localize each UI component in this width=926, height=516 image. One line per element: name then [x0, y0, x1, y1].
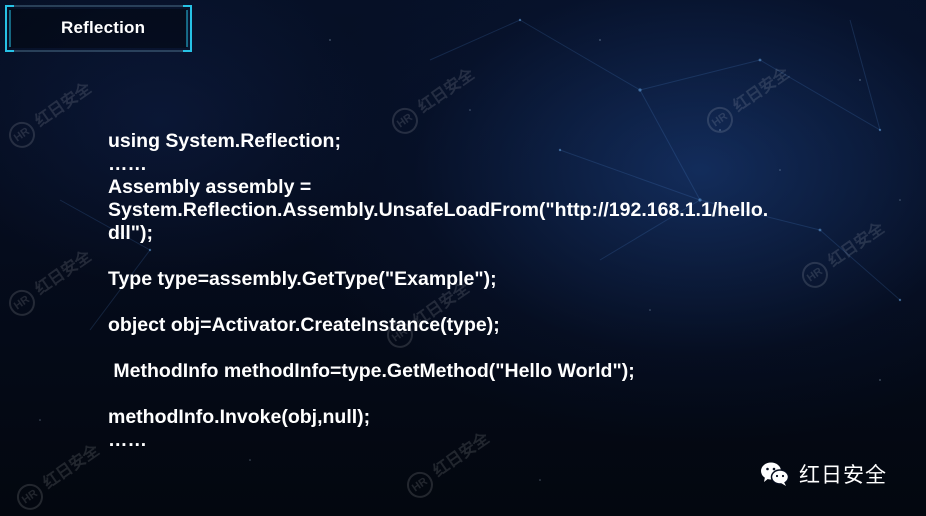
code-line: MethodInfo methodInfo=type.GetMethod("He… [108, 360, 635, 382]
code-line: methodInfo.Invoke(obj,null); [108, 406, 371, 428]
brand-name: 红日安全 [799, 464, 887, 487]
slide-title: Reflection [61, 18, 146, 37]
code-line: object obj=Activator.CreateInstance(type… [108, 314, 500, 336]
code-line: …… [108, 429, 147, 451]
wechat-icon [761, 462, 790, 486]
title-frame: Reflection [4, 4, 193, 53]
code-line: …… [108, 153, 147, 175]
code-block: using System.Reflection; …… Assembly ass… [108, 130, 878, 452]
slide: HR红日安全 HR红日安全 HR红日安全 HR红日安全 HR红日安全 HR红日安… [0, 0, 926, 516]
code-line: Type type=assembly.GetType("Example"); [108, 268, 497, 290]
code-line: using System.Reflection; [108, 130, 341, 152]
code-line: Assembly assembly = [108, 176, 312, 198]
brand-signature: 红日安全 [760, 459, 887, 489]
code-line: System.Reflection.Assembly.UnsafeLoadFro… [108, 199, 769, 221]
code-line: dll"); [108, 222, 153, 244]
